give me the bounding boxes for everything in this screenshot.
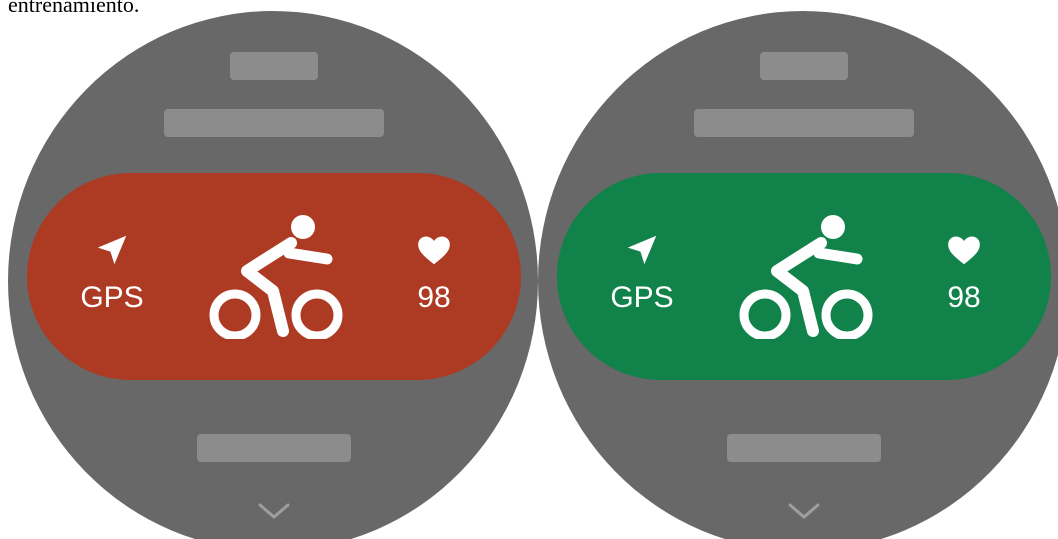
placeholder-bar-subtitle	[164, 109, 384, 137]
chevron-down-icon[interactable]	[786, 499, 822, 523]
heart-rate-value: 98	[417, 281, 451, 314]
placeholder-bar-subtitle	[694, 109, 914, 137]
placeholder-bar-bottom	[197, 434, 351, 462]
start-workout-button[interactable]: GPS 98	[27, 173, 521, 380]
start-workout-button[interactable]: GPS 98	[557, 173, 1051, 380]
heart-rate-status: 98	[389, 231, 479, 315]
caption-text: entrenamiento.	[8, 0, 140, 17]
placeholder-bar-top	[230, 52, 318, 80]
chevron-down-icon[interactable]	[256, 499, 292, 523]
gps-status: GPS	[597, 231, 687, 315]
comparison-figure: entrenamiento. GPS 98 GPS 98	[0, 0, 1058, 539]
navigation-arrow-icon	[97, 235, 127, 265]
navigation-arrow-icon	[627, 235, 657, 265]
placeholder-bar-bottom	[727, 434, 881, 462]
watch-screen-left: GPS 98	[8, 11, 538, 539]
heart-icon	[418, 236, 450, 265]
cycling-icon	[209, 215, 343, 339]
cycling-icon	[739, 215, 873, 339]
watch-screen-right: GPS 98	[538, 11, 1058, 539]
heart-icon	[948, 236, 980, 265]
placeholder-bar-top	[760, 52, 848, 80]
gps-status: GPS	[67, 231, 157, 315]
heart-rate-status: 98	[919, 231, 1009, 315]
gps-label: GPS	[610, 281, 674, 314]
gps-label: GPS	[80, 281, 144, 314]
heart-rate-value: 98	[947, 281, 981, 314]
